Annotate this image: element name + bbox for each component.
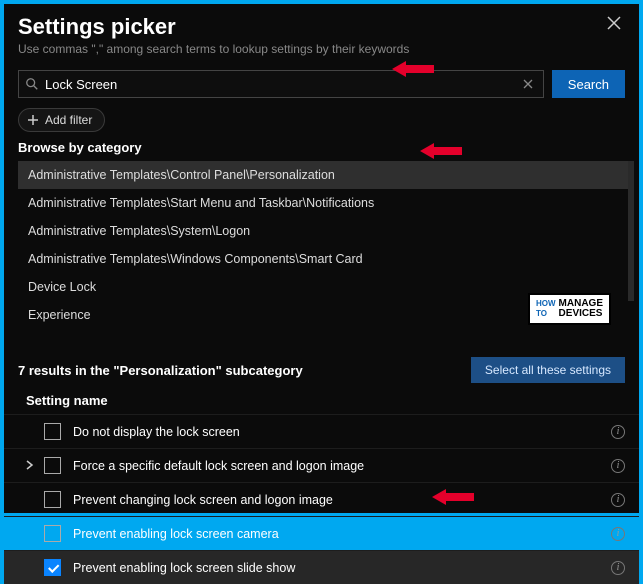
search-box[interactable] <box>18 70 544 98</box>
settings-list: Do not display the lock screen i Force a… <box>4 414 639 584</box>
info-icon[interactable]: i <box>611 561 625 575</box>
watermark-logo: HOW TO MANAGE DEVICES <box>528 293 611 325</box>
search-icon <box>25 77 39 91</box>
chevron-right-icon <box>26 460 34 470</box>
setting-label: Force a specific default lock screen and… <box>73 459 611 473</box>
plus-icon <box>27 114 39 126</box>
info-icon[interactable]: i <box>611 425 625 439</box>
setting-label: Prevent enabling lock screen camera <box>73 527 611 541</box>
search-button[interactable]: Search <box>552 70 625 98</box>
category-item[interactable]: Administrative Templates\System\Logon <box>18 217 631 245</box>
category-item[interactable]: Administrative Templates\Windows Compone… <box>18 245 631 273</box>
setting-row[interactable]: Prevent changing lock screen and logon i… <box>4 482 639 516</box>
info-icon[interactable]: i <box>611 493 625 507</box>
add-filter-button[interactable]: Add filter <box>18 108 105 132</box>
setting-label: Do not display the lock screen <box>73 425 611 439</box>
info-icon[interactable]: i <box>611 459 625 473</box>
page-title: Settings picker <box>18 14 176 40</box>
setting-row[interactable]: Do not display the lock screen i <box>4 414 639 448</box>
clear-search-button[interactable] <box>519 77 537 92</box>
column-header: Setting name <box>4 389 639 414</box>
category-list: Administrative Templates\Control Panel\P… <box>18 161 631 329</box>
setting-row[interactable]: Prevent enabling lock screen camera i <box>4 516 639 550</box>
add-filter-label: Add filter <box>45 113 92 127</box>
checkbox[interactable] <box>44 525 61 542</box>
close-button[interactable] <box>603 14 625 37</box>
checkbox[interactable] <box>44 457 61 474</box>
checkbox[interactable] <box>44 423 61 440</box>
page-subtitle: Use commas "," among search terms to loo… <box>18 42 625 56</box>
select-all-button[interactable]: Select all these settings <box>471 357 625 383</box>
browse-label: Browse by category <box>4 140 639 161</box>
checkbox[interactable] <box>44 559 61 576</box>
close-icon <box>607 16 621 30</box>
clear-icon <box>523 79 533 89</box>
setting-row[interactable]: Force a specific default lock screen and… <box>4 448 639 482</box>
checkbox[interactable] <box>44 491 61 508</box>
setting-label: Prevent enabling lock screen slide show <box>73 561 611 575</box>
expander-button[interactable] <box>22 459 38 473</box>
setting-label: Prevent changing lock screen and logon i… <box>73 493 611 507</box>
setting-row[interactable]: Prevent enabling lock screen slide show … <box>4 550 639 584</box>
scrollbar[interactable] <box>628 161 634 301</box>
results-summary: 7 results in the "Personalization" subca… <box>18 363 303 378</box>
info-icon[interactable]: i <box>611 527 625 541</box>
search-input[interactable] <box>45 77 519 92</box>
category-item[interactable]: Administrative Templates\Control Panel\P… <box>18 161 631 189</box>
category-item[interactable]: Administrative Templates\Start Menu and … <box>18 189 631 217</box>
